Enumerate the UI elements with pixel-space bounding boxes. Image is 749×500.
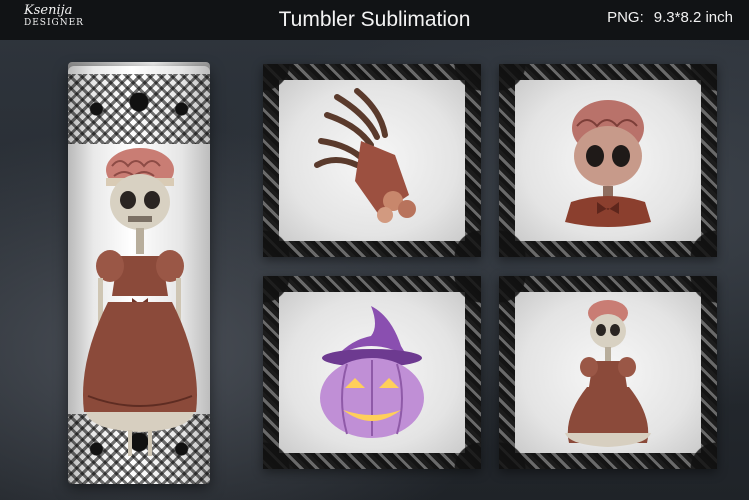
pumpkin-witch-hat-icon: [320, 305, 424, 438]
header-bar: Ksenija DESIGNER Tumbler Sublimation PNG…: [0, 0, 749, 40]
file-spec: PNG: 9.3*8.2 inch: [607, 9, 733, 26]
file-format: PNG:: [607, 9, 644, 26]
tumbler-mockup: [68, 66, 210, 484]
design-tile-pumpkin: [263, 276, 481, 469]
file-size: 9.3*8.2 inch: [653, 9, 733, 26]
design-tile-hand: [263, 64, 481, 257]
skeleton-hand-icon: [314, 87, 416, 223]
design-tile-doll-head: [499, 64, 717, 257]
design-tile-skeleton-doll: [499, 276, 717, 469]
skeleton-doll-icon: [565, 299, 651, 447]
doll-head-icon: [565, 99, 651, 227]
skeleton-doll-icon: [83, 148, 197, 456]
